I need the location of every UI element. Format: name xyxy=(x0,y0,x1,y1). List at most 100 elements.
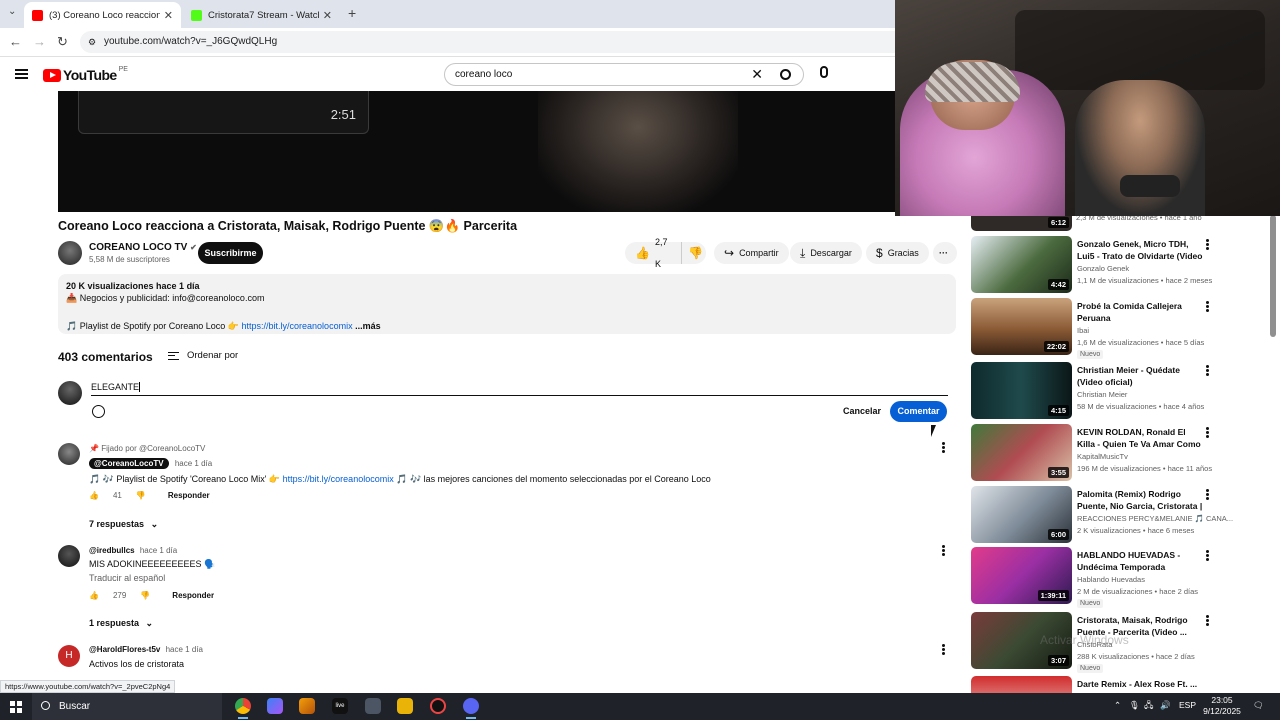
comment-author[interactable]: @CoreanoLocoTV xyxy=(89,458,169,469)
recommendation-thumbnail[interactable]: 4:42 xyxy=(971,236,1072,293)
close-tab-icon[interactable]: ✕ xyxy=(164,9,173,22)
recommendation-menu-icon[interactable] xyxy=(1206,550,1209,561)
voice-search-icon[interactable] xyxy=(820,66,828,78)
back-icon[interactable]: ← xyxy=(9,34,22,49)
network-icon[interactable]: 🖧 xyxy=(1144,700,1153,714)
comment-author[interactable]: @iredbullcs xyxy=(89,546,135,555)
tab-youtube[interactable]: (3) Coreano Loco reacciona a C ✕ xyxy=(24,2,181,28)
comment-time[interactable]: hace 1 día xyxy=(140,546,177,555)
subscribe-button[interactable]: Suscribirme xyxy=(198,242,263,264)
chrome-app-icon[interactable] xyxy=(235,698,251,719)
tab-kick[interactable]: Cristorata7 Stream - Watch Live ✕ xyxy=(183,2,340,28)
cancel-button[interactable]: Cancelar xyxy=(843,406,881,416)
comment-avatar[interactable] xyxy=(58,545,80,567)
copilot-app-icon[interactable] xyxy=(267,698,283,714)
windows-start-icon[interactable] xyxy=(10,701,22,713)
recommendation-menu-icon[interactable] xyxy=(1206,239,1209,250)
comment-time[interactable]: hace 1 día xyxy=(175,459,212,468)
app-icon[interactable] xyxy=(299,698,315,714)
comment-link[interactable]: https://bit.ly/coreanolocomix xyxy=(283,474,394,484)
view-replies-button[interactable]: 7 respuestas ⌄ xyxy=(89,519,158,530)
forward-icon[interactable]: → xyxy=(33,34,46,49)
thumbs-up-icon[interactable]: 👍 xyxy=(89,491,99,500)
more-actions-icon[interactable]: ··· xyxy=(933,242,957,264)
recommendation-item[interactable]: 22:02 Probé la Comida Callejera Peruana … xyxy=(971,298,1219,359)
page-scrollbar[interactable] xyxy=(1270,215,1276,337)
discord-app-icon[interactable] xyxy=(463,698,479,719)
channel-avatar[interactable] xyxy=(58,241,82,265)
comment-menu-icon[interactable] xyxy=(942,545,945,556)
thumbs-down-icon[interactable]: 👎 xyxy=(140,591,150,600)
volume-icon[interactable]: 🔊 xyxy=(1160,700,1171,711)
view-replies-button[interactable]: 1 respuesta ⌄ xyxy=(89,618,153,629)
address-bar[interactable]: ⚙ youtube.com/watch?v=_J6GQwdQLHg xyxy=(80,31,980,53)
recommendation-item[interactable]: 4:15 Christian Meier - Quédate (Video of… xyxy=(971,362,1219,420)
description-link[interactable]: https://bit.ly/coreanolocomix xyxy=(242,321,353,331)
comment-author[interactable]: @HaroldFlores-t5v xyxy=(89,645,160,654)
recommendation-item[interactable]: Darte Remix - Alex Rose Ft. ... xyxy=(971,676,1219,693)
show-more-link[interactable]: ...más xyxy=(355,321,381,331)
new-tab-icon[interactable]: + xyxy=(348,5,356,21)
comment-time[interactable]: hace 1 día xyxy=(166,645,203,654)
site-info-icon[interactable]: ⚙ xyxy=(88,31,96,53)
microphone-icon[interactable]: 🎙 xyxy=(1129,700,1140,711)
recommendation-thumbnail[interactable]: 1:39:11 xyxy=(971,547,1072,604)
recommendation-title: HABLANDO HUEVADAS - Undécima Temporada [… xyxy=(1077,550,1181,572)
app-icon[interactable] xyxy=(365,698,381,714)
reply-button[interactable]: Responder xyxy=(172,591,214,600)
language-indicator[interactable]: ESP xyxy=(1179,700,1196,710)
share-button[interactable]: ↪ Compartir xyxy=(714,242,789,264)
obs-app-icon[interactable] xyxy=(430,698,446,714)
recommendation-meta: 288 K visualizaciones • hace 2 días xyxy=(1077,652,1195,661)
search-icon[interactable] xyxy=(780,69,791,80)
comment-avatar[interactable]: H xyxy=(58,645,80,667)
channel-name[interactable]: COREANO LOCO TV ✔ xyxy=(89,242,197,253)
show-hidden-icons-icon[interactable]: ⌃ xyxy=(1114,700,1121,711)
emoji-icon[interactable] xyxy=(92,405,105,418)
screen: ⌄ (3) Coreano Loco reacciona a C ✕ Crist… xyxy=(0,0,1280,720)
recommendation-thumbnail[interactable] xyxy=(971,676,1072,693)
thumbs-down-icon[interactable]: 👎 xyxy=(136,491,146,500)
thanks-button[interactable]: $ Gracias xyxy=(866,242,929,264)
recommendation-menu-icon[interactable] xyxy=(1206,427,1209,438)
comment-avatar[interactable] xyxy=(58,443,80,465)
recommendation-thumbnail[interactable]: 4:15 xyxy=(971,362,1072,419)
recommendation-menu-icon[interactable] xyxy=(1206,301,1209,312)
recommendation-item[interactable]: 6:00 Palomita (Remix) Rodrigo Puente, Ni… xyxy=(971,486,1233,544)
dislike-button[interactable]: 👎 xyxy=(681,242,706,264)
recommendation-menu-icon[interactable] xyxy=(1206,489,1209,500)
comment-submit-button[interactable]: Comentar xyxy=(890,401,947,422)
recommendation-item[interactable]: 1:39:11 HABLANDO HUEVADAS - Undécima Tem… xyxy=(971,547,1219,608)
taskbar-search[interactable]: Buscar xyxy=(32,693,222,720)
like-button[interactable]: 👍 2,7 K xyxy=(625,237,681,269)
comment-menu-icon[interactable] xyxy=(942,442,945,453)
youtube-logo[interactable]: YouTube PE xyxy=(43,66,128,83)
clear-search-icon[interactable]: ✕ xyxy=(751,64,763,85)
reply-button[interactable]: Responder xyxy=(168,491,210,500)
live-app-icon[interactable]: live xyxy=(332,698,348,714)
download-button[interactable]: ⤓ Descargar xyxy=(790,242,862,264)
description-box[interactable]: 20 K visualizaciones hace 1 día 📥 Negoci… xyxy=(58,274,956,334)
endscreen-card[interactable]: 2:51 xyxy=(78,91,369,134)
file-explorer-icon[interactable] xyxy=(397,698,413,714)
taskbar-clock[interactable]: 23:05 9/12/2025 xyxy=(1200,695,1244,717)
reload-icon[interactable]: ↻ xyxy=(57,34,68,50)
recommendation-thumbnail[interactable]: 6:00 xyxy=(971,486,1072,543)
search-input[interactable]: coreano loco ✕ xyxy=(444,63,804,86)
tab-list-icon[interactable]: ⌄ xyxy=(8,6,16,17)
close-tab-icon[interactable]: ✕ xyxy=(323,9,332,22)
recommendation-menu-icon[interactable] xyxy=(1206,365,1209,376)
thumbs-up-icon[interactable]: 👍 xyxy=(89,591,99,600)
comment-input[interactable]: ELEGANTE xyxy=(91,382,141,392)
comment-menu-icon[interactable] xyxy=(942,644,945,655)
recommendation-thumbnail[interactable]: 3:55 xyxy=(971,424,1072,481)
translate-link[interactable]: Traducir al español xyxy=(89,573,165,583)
sort-comments-button[interactable]: Ordenar por xyxy=(168,350,238,361)
recommendation-thumbnail[interactable]: 22:02 xyxy=(971,298,1072,355)
menu-icon[interactable] xyxy=(15,69,28,79)
recommendation-item[interactable]: 4:42 Gonzalo Genek, Micro TDH, Lui5 - Tr… xyxy=(971,236,1219,294)
video-player[interactable]: 2:51 xyxy=(58,91,958,212)
recommendation-menu-icon[interactable] xyxy=(1206,615,1209,626)
notifications-icon[interactable]: 🗨 xyxy=(1253,700,1264,711)
recommendation-item[interactable]: 3:55 KEVIN ROLDAN, Ronald El Killa - Qui… xyxy=(971,424,1219,482)
